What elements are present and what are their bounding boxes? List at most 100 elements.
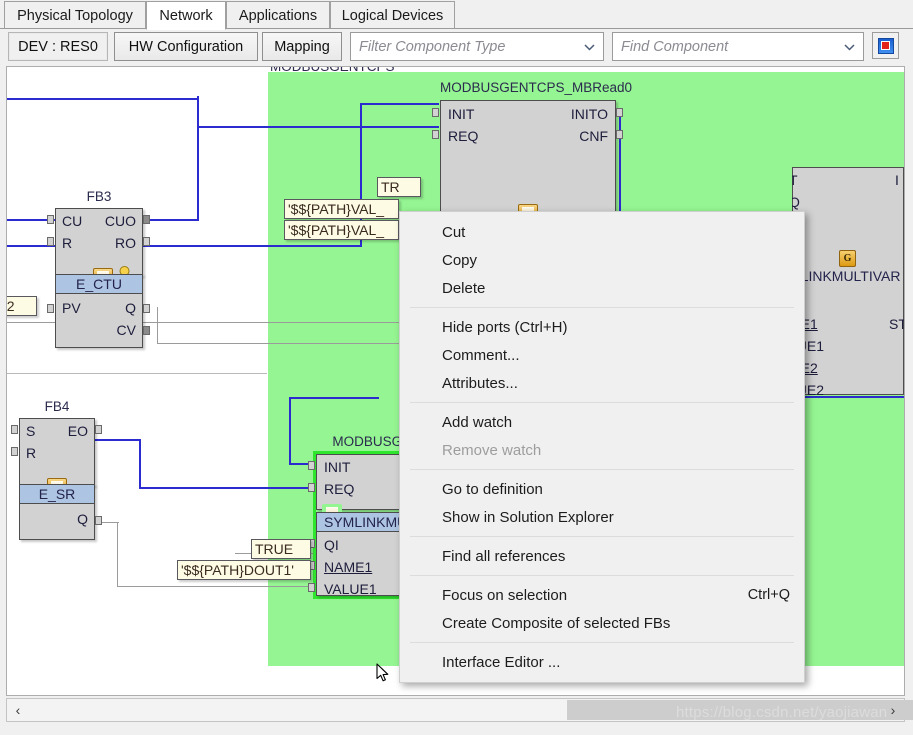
pin-cv[interactable]: CV	[117, 322, 136, 338]
literal-path-dout1[interactable]: '$${PATH}DOUT1'	[177, 560, 311, 580]
menu-separator	[410, 469, 794, 470]
menu-item-interface-editor[interactable]: Interface Editor ...	[400, 648, 804, 676]
pin-r[interactable]: R	[62, 235, 72, 251]
menu-item-show-in-solution-explorer[interactable]: Show in Solution Explorer	[400, 503, 804, 531]
button-dev-res0[interactable]: DEV : RES0	[8, 32, 108, 61]
port-stub[interactable]	[47, 215, 54, 224]
menu-item-go-to-definition[interactable]: Go to definition	[400, 475, 804, 503]
menu-separator	[410, 402, 794, 403]
literal-true[interactable]: TRUE	[251, 539, 311, 559]
menu-item-find-all-references[interactable]: Find all references	[400, 542, 804, 570]
menu-item-label: Add watch	[442, 414, 512, 431]
tab-network[interactable]: Network	[146, 1, 226, 30]
subapp-title-clipped: MODBUSGENTCPS	[270, 66, 394, 79]
literal-32[interactable]: 32	[6, 296, 37, 316]
fb-data-box[interactable]: E_CTU PV Q CV	[55, 274, 143, 348]
pin-init[interactable]: INIT	[448, 106, 474, 122]
port-stub[interactable]	[308, 583, 315, 592]
pin-q[interactable]: Q	[792, 194, 800, 210]
pin-t[interactable]: T	[792, 172, 798, 188]
literal-path-val-2[interactable]: '$${PATH}VAL_	[284, 220, 399, 240]
literal-true-top[interactable]: TR	[377, 177, 421, 197]
port-stub[interactable]	[143, 237, 150, 246]
button-hw-configuration[interactable]: HW Configuration	[114, 32, 258, 61]
pin-sta[interactable]: STA	[889, 316, 904, 332]
menu-item-hide-ports-ctrl-h[interactable]: Hide ports (Ctrl+H)	[400, 313, 804, 341]
find-component-combo[interactable]: Find Component	[612, 32, 864, 61]
tab-logical-devices[interactable]: Logical Devices	[330, 1, 455, 29]
pin-cnf[interactable]: CNF	[579, 128, 608, 144]
fb-block-fb3[interactable]: FB3 CU R CUO RO	[55, 208, 143, 328]
pin-inito[interactable]: INITO	[571, 106, 608, 122]
menu-item-label: Comment...	[442, 347, 520, 364]
wire-event	[93, 439, 141, 441]
port-stub[interactable]	[47, 304, 54, 313]
pin-name1[interactable]: NAME1	[324, 559, 372, 575]
port-stub[interactable]	[11, 425, 18, 434]
pin-eo[interactable]: EO	[68, 423, 88, 439]
port-stub[interactable]	[143, 326, 150, 335]
port-stub[interactable]	[143, 215, 150, 224]
menu-item-label: Create Composite of selected FBs	[442, 615, 670, 632]
port-stub[interactable]	[432, 108, 439, 117]
menu-item-create-composite-of-selected-fbs[interactable]: Create Composite of selected FBs	[400, 609, 804, 637]
fb-event-box[interactable]: S R EO	[19, 418, 95, 486]
fb-event-box[interactable]: INIT REQ INITO CNF	[440, 100, 616, 212]
network-editor-canvas[interactable]: MODBUSGENTCPS	[6, 66, 905, 696]
menu-item-label: Hide ports (Ctrl+H)	[442, 319, 567, 336]
fb-type-name: E_CTU	[56, 275, 142, 294]
pin-qi[interactable]: QI	[324, 537, 339, 553]
fb-event-box[interactable]: T Q I G MLINKMULTIVAR ME1 LUE1 ME2 LUE2 …	[792, 167, 904, 395]
literal-value: '$${PATH}VAL_	[288, 201, 384, 217]
menu-item-focus-on-selection[interactable]: Focus on selectionCtrl+Q	[400, 581, 804, 609]
tab-physical-topology[interactable]: Physical Topology	[4, 1, 146, 29]
fb-block-fb4[interactable]: FB4 S R EO E_SR Q	[19, 418, 95, 540]
menu-item-add-watch[interactable]: Add watch	[400, 408, 804, 436]
pin-pv[interactable]: PV	[62, 300, 81, 316]
port-stub[interactable]	[95, 516, 102, 525]
pin-cuo[interactable]: CUO	[105, 213, 136, 229]
canvas-surface: MODBUSGENTCPS	[7, 67, 904, 695]
wire-event	[7, 98, 199, 100]
button-mapping[interactable]: Mapping	[262, 32, 342, 61]
port-stub[interactable]	[143, 304, 150, 313]
menu-item-delete[interactable]: Delete	[400, 274, 804, 302]
canvas-divider	[7, 373, 267, 374]
wire-event	[142, 219, 199, 221]
watermark: https://blog.csdn.net/yaojiawan	[676, 704, 887, 721]
context-menu[interactable]: Cut CopyDelete Hide ports (Ctrl+H) Comment.…	[399, 211, 805, 683]
main-tab-strip: Physical Topology Network Applications L…	[0, 0, 913, 29]
pin-req[interactable]: REQ	[324, 481, 354, 497]
fb-block-mbread0[interactable]: MODBUSGENTCPS_MBRead0 INIT REQ INITO CNF	[440, 100, 616, 212]
fb-block-right-clipped[interactable]: BUSGENTCPS_M T Q I G MLINKMULTIVAR ME1 L…	[792, 167, 904, 395]
port-stub[interactable]	[432, 130, 439, 139]
filter-component-type-combo[interactable]: Filter Component Type	[350, 32, 604, 61]
menu-item-copy[interactable]: Copy	[400, 246, 804, 274]
port-stub[interactable]	[308, 461, 315, 470]
literal-path-val-1[interactable]: '$${PATH}VAL_	[284, 199, 399, 219]
port-stub[interactable]	[47, 237, 54, 246]
scroll-left-arrow-icon[interactable]: ‹	[7, 699, 29, 721]
pin-q[interactable]: Q	[77, 511, 88, 527]
fb-data-box[interactable]: E_SR Q	[19, 484, 95, 540]
pin-r[interactable]: R	[26, 445, 36, 461]
port-stub[interactable]	[616, 130, 623, 139]
tab-applications[interactable]: Applications	[226, 1, 330, 29]
port-stub[interactable]	[616, 108, 623, 117]
pin-q[interactable]: Q	[125, 300, 136, 316]
pin-req[interactable]: REQ	[448, 128, 478, 144]
pin-i[interactable]: I	[895, 172, 899, 188]
pin-value1[interactable]: VALUE1	[324, 581, 377, 597]
port-stub[interactable]	[95, 425, 102, 434]
port-stub[interactable]	[11, 447, 18, 456]
port-stub[interactable]	[308, 483, 315, 492]
menu-item-attributes[interactable]: Attributes...	[400, 369, 804, 397]
pin-ro[interactable]: RO	[115, 235, 136, 251]
pin-s[interactable]: S	[26, 423, 35, 439]
menu-item-cut[interactable]: Cut	[400, 218, 804, 246]
pin-cu[interactable]: CU	[62, 213, 82, 229]
menu-item-comment[interactable]: Comment...	[400, 341, 804, 369]
stop-square-button[interactable]	[872, 32, 899, 59]
pin-init[interactable]: INIT	[324, 459, 350, 475]
menu-item-label: Cut	[442, 224, 465, 241]
